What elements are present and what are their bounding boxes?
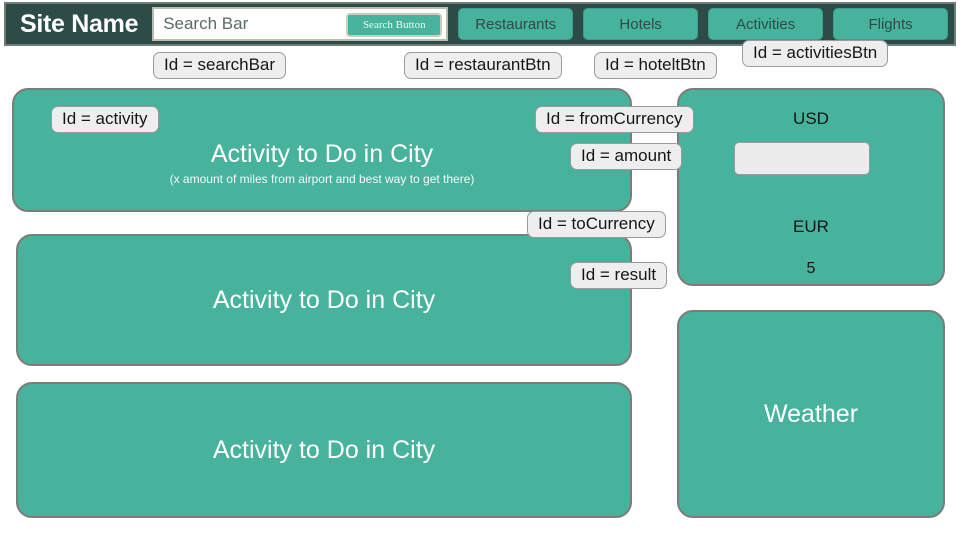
annotation-amount: Id = amount [570, 143, 683, 170]
activity-card-2[interactable]: Activity to Do in City [16, 234, 632, 366]
search-button[interactable]: Search Button [346, 13, 443, 37]
nav-button-hotels[interactable]: Hotels [583, 8, 699, 40]
annotation-search-bar: Id = searchBar [153, 52, 287, 79]
nav-button-restaurants[interactable]: Restaurants [458, 8, 574, 40]
site-title: Site Name [20, 9, 139, 38]
annotation-result: Id = result [570, 262, 668, 289]
from-currency-label[interactable]: USD [679, 109, 943, 129]
activity-card-2-title: Activity to Do in City [212, 285, 436, 314]
nav-button-flights[interactable]: Flights [833, 8, 949, 40]
annotation-activities-btn: Id = activitiesBtn [742, 40, 889, 67]
nav-button-activities[interactable]: Activities [708, 8, 824, 40]
annotation-hotel-btn: Id = hoteltBtn [594, 52, 717, 79]
activity-card-1-title: Activity to Do in City [210, 140, 434, 168]
activity-card-3-title: Activity to Do in City [212, 435, 436, 464]
search-input[interactable] [154, 9, 355, 39]
activity-card-3[interactable]: Activity to Do in City [16, 382, 632, 518]
activity-card-1-subtitle: (x amount of miles from airport and best… [169, 172, 475, 186]
annotation-from-currency: Id = fromCurrency [535, 106, 694, 133]
search-bar-container: Search Button [152, 7, 449, 41]
annotation-to-currency: Id = toCurrency [527, 211, 666, 238]
conversion-result: 5 [806, 260, 816, 277]
currency-converter-panel: USD EUR 5 [677, 88, 945, 286]
to-currency-label[interactable]: EUR [679, 217, 943, 237]
activity-card-1-content: Activity to Do in City (x amount of mile… [170, 140, 475, 186]
annotation-restaurant-btn: Id = restaurantBtn [404, 52, 562, 79]
amount-input[interactable] [734, 142, 870, 175]
weather-card[interactable]: Weather [677, 310, 945, 518]
annotation-activity: Id = activity [51, 106, 159, 133]
weather-card-title: Weather [763, 399, 859, 428]
